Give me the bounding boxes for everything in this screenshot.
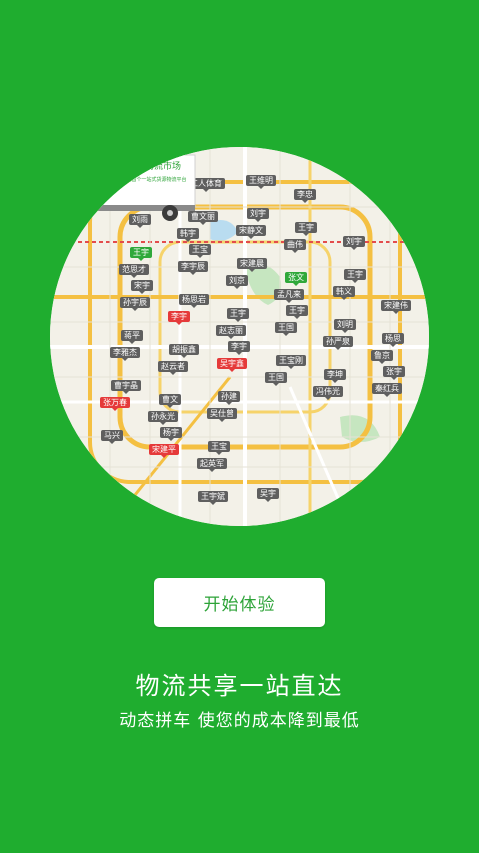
- driver-pin[interactable]: 秦红兵: [372, 383, 402, 397]
- tagline-subtitle: 动态拼车 使您的成本降到最低: [119, 711, 360, 731]
- driver-pin[interactable]: 王宇: [227, 308, 249, 322]
- driver-pin[interactable]: 杨思: [382, 333, 404, 347]
- driver-pin[interactable]: 张万春: [100, 397, 130, 411]
- driver-pin[interactable]: 刘京: [226, 275, 248, 289]
- driver-pin[interactable]: 王宇: [295, 222, 317, 236]
- start-experience-button[interactable]: 开始体验: [154, 578, 325, 627]
- driver-pin[interactable]: 宋宇: [131, 280, 153, 294]
- driver-pin[interactable]: 刘宇: [247, 208, 269, 222]
- driver-pin[interactable]: 胡振鑫: [169, 344, 199, 358]
- driver-pin[interactable]: 吴宇鑫: [217, 358, 247, 372]
- driver-pin[interactable]: 宋建伟: [381, 300, 411, 314]
- driver-pin[interactable]: 王国: [275, 322, 297, 336]
- driver-pin[interactable]: 孙建: [218, 391, 240, 405]
- driver-pin[interactable]: 起英军: [197, 458, 227, 472]
- driver-pin[interactable]: 李忠: [294, 189, 316, 203]
- driver-pin[interactable]: 张文: [285, 272, 307, 286]
- driver-pin[interactable]: 李坤: [324, 369, 346, 383]
- driver-pin[interactable]: 蒋平: [121, 330, 143, 344]
- delivery-truck-illustration: 狐 掌上物流市场 全国首个一站式货源物流平台: [54, 154, 196, 221]
- driver-pin[interactable]: 刘宇: [343, 236, 365, 250]
- driver-pin[interactable]: 王宝刚: [276, 355, 306, 369]
- driver-pin[interactable]: 孙宇辰: [120, 297, 150, 311]
- driver-pin[interactable]: 宋建平: [149, 444, 179, 458]
- driver-pin[interactable]: 王国: [265, 372, 287, 386]
- driver-pin[interactable]: 王宇: [130, 247, 152, 261]
- truck-logo: 狐: [97, 164, 111, 180]
- driver-pin[interactable]: 孙严泉: [323, 336, 353, 350]
- driver-pin[interactable]: 张宇: [383, 366, 405, 380]
- driver-pin[interactable]: 赵云者: [158, 361, 188, 375]
- driver-pin[interactable]: 李宇: [168, 311, 190, 325]
- driver-pin[interactable]: 韩义: [333, 286, 355, 300]
- driver-pin[interactable]: 宋建晨: [237, 258, 267, 272]
- driver-pin[interactable]: 鲁京: [371, 350, 393, 364]
- driver-pin[interactable]: 赵志丽: [216, 325, 246, 339]
- driver-pin[interactable]: 吴宇: [257, 488, 279, 502]
- driver-pin[interactable]: 孙永光: [148, 411, 178, 425]
- driver-pin[interactable]: 曹文: [159, 394, 181, 408]
- driver-pin[interactable]: 王维明: [246, 175, 276, 189]
- driver-pin[interactable]: 李宇辰: [178, 261, 208, 275]
- truck-text: 掌上物流市场: [127, 160, 181, 172]
- tagline-title: 物流共享一站直达: [135, 672, 344, 700]
- driver-pin[interactable]: 杨思岩: [179, 294, 209, 308]
- driver-pin[interactable]: 曹宇晶: [111, 380, 141, 394]
- truck-subtext: 全国首个一站式货源物流平台: [121, 176, 186, 183]
- driver-pin[interactable]: 杨宇: [160, 427, 182, 441]
- driver-pin[interactable]: 王宇: [344, 269, 366, 283]
- driver-pin[interactable]: 曲伟: [284, 239, 306, 253]
- driver-pin[interactable]: 刘明: [334, 319, 356, 333]
- driver-pin[interactable]: 宋静文: [236, 225, 266, 239]
- driver-pin[interactable]: 王宇斌: [198, 491, 228, 505]
- driver-pin[interactable]: 李雅杰: [110, 347, 140, 361]
- driver-pin[interactable]: 李宇: [228, 341, 250, 355]
- driver-pin[interactable]: 王宝: [208, 441, 230, 455]
- driver-pin[interactable]: 孟凡来: [274, 289, 304, 303]
- driver-pin[interactable]: 马兴: [101, 430, 123, 444]
- driver-pin[interactable]: 韩宇: [177, 228, 199, 242]
- driver-pin[interactable]: 范思才: [119, 264, 149, 278]
- map-circle: 韩宇 孟凡来 鲁京 孙永光 范思才 赵志丽 冯伟光 工人体育 曲伟 宋建伟 赵云者 刘雨 刘京 孙严泉 张万…: [50, 147, 429, 526]
- driver-pin[interactable]: 冯伟光: [313, 386, 343, 400]
- driver-pin[interactable]: 王宇: [286, 305, 308, 319]
- driver-pin[interactable]: 王宝: [189, 244, 211, 258]
- driver-pin[interactable]: 吴仕曾: [207, 408, 237, 422]
